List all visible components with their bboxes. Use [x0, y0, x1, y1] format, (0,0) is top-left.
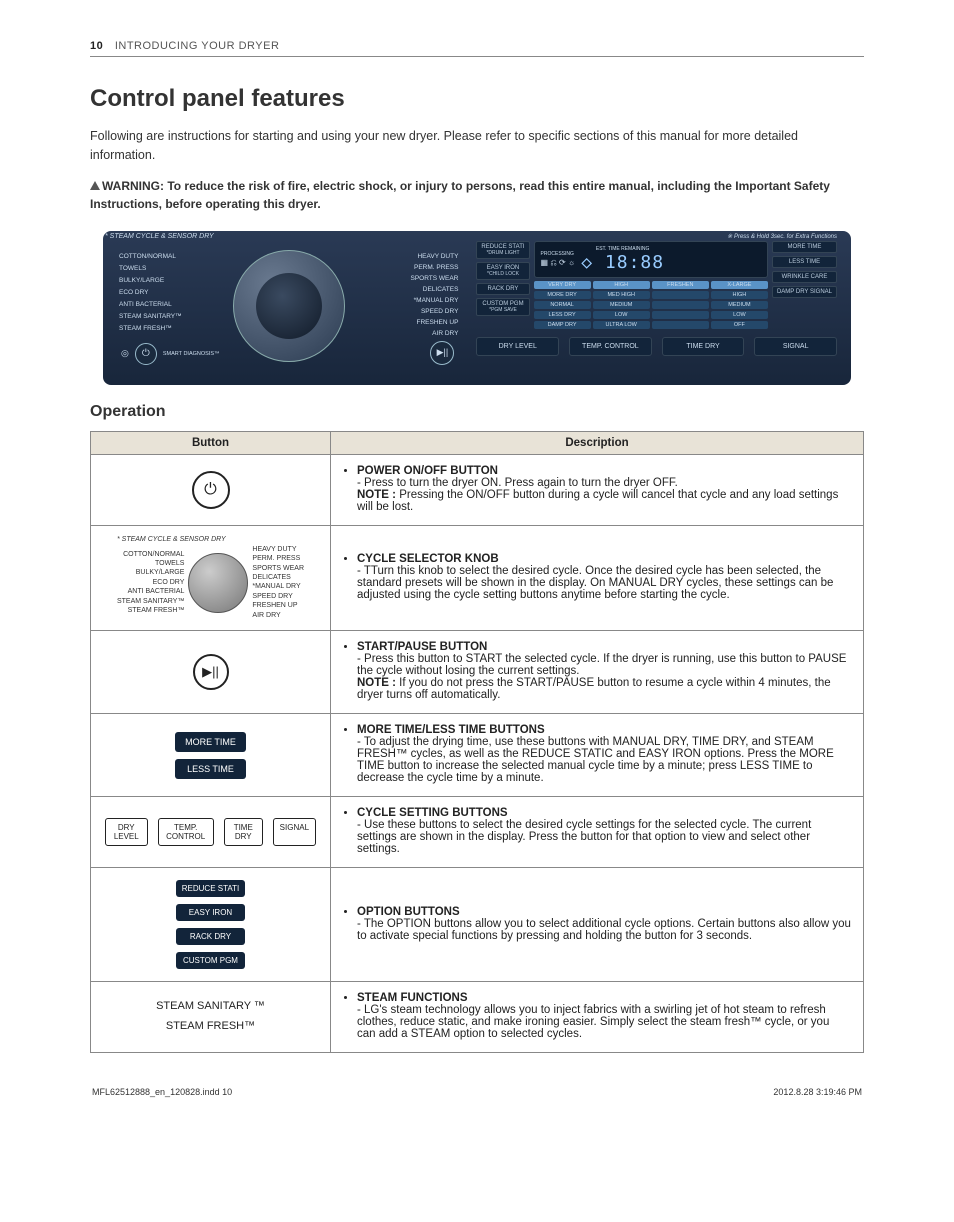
reduce-static-chip: REDUCE STATI — [176, 880, 245, 897]
time-button-column: MORE TIME LESS TIME WRINKLE CARE DAMP DR… — [772, 241, 837, 329]
rack-dry-chip: RACK DRY — [176, 928, 245, 945]
option-column: REDUCE STATI*DRUM LIGHT EASY IRON*CHILD … — [476, 241, 529, 329]
table-row: ▶|| START/PAUSE BUTTON - Press this butt… — [91, 631, 864, 714]
button-graphic: DRY LEVEL TEMP. CONTROL TIME DRY SIGNAL — [91, 797, 331, 868]
cycle-label: SPORTS WEAR — [411, 275, 459, 282]
smart-diagnosis-icon: ◎ — [121, 348, 129, 359]
cycle-label: ANTI BACTERIAL — [119, 301, 172, 308]
page-number: 10 — [90, 40, 103, 52]
steam-cycle-label: * STEAM CYCLE & SENSOR DRY — [105, 233, 214, 240]
cycle-label: PERM. PRESS — [414, 264, 458, 271]
cycle-label: BULKY/LARGE — [119, 277, 164, 284]
display-area: REDUCE STATI*DRUM LIGHT EASY IRON*CHILD … — [476, 241, 837, 371]
cycle-label: COTTON/NORMAL — [119, 253, 176, 260]
option-easy-iron[interactable]: EASY IRON*CHILD LOCK — [476, 262, 529, 280]
button-graphic: ⏻ — [91, 454, 331, 525]
wrinkle-care-button[interactable]: WRINKLE CARE — [772, 271, 837, 283]
footer-timestamp: 2012.8.28 3:19:46 PM — [773, 1087, 862, 1097]
warning-icon — [90, 181, 100, 190]
dry-level-chip: DRY LEVEL — [105, 818, 148, 846]
knob-icon: * STEAM CYCLE & SENSOR DRY COTTON/NORMAL… — [117, 536, 304, 621]
option-reduce-static[interactable]: REDUCE STATI*DRUM LIGHT — [476, 241, 529, 259]
cycle-label: SPEED DRY — [421, 308, 458, 315]
table-row: MORE TIME LESS TIME MORE TIME/LESS TIME … — [91, 714, 864, 797]
cycle-label: AIR DRY — [432, 330, 458, 337]
less-time-button[interactable]: LESS TIME — [772, 256, 837, 268]
start-pause-button[interactable]: ▶|| — [430, 341, 454, 365]
less-time-chip: LESS TIME — [175, 759, 246, 779]
section-title: INTRODUCING YOUR DRYER — [115, 40, 280, 52]
more-time-chip: MORE TIME — [175, 732, 246, 752]
option-rack-dry[interactable]: RACK DRY — [476, 283, 529, 295]
button-graphic: MORE TIME LESS TIME — [91, 714, 331, 797]
page-header: 10 INTRODUCING YOUR DRYER — [90, 40, 864, 57]
control-panel: * STEAM CYCLE & SENSOR DRY ※ Press & Hol… — [103, 231, 851, 385]
signal-button[interactable]: SIGNAL — [754, 337, 837, 356]
table-row: DRY LEVEL TEMP. CONTROL TIME DRY SIGNAL … — [91, 797, 864, 868]
signal-chip: SIGNAL — [273, 818, 316, 846]
cycle-label: ECO DRY — [119, 289, 149, 296]
cycle-label: TOWELS — [119, 265, 146, 272]
intro-text: Following are instructions for starting … — [90, 127, 864, 165]
table-row: * STEAM CYCLE & SENSOR DRY COTTON/NORMAL… — [91, 525, 864, 631]
operation-heading: Operation — [90, 403, 864, 421]
button-graphic: * STEAM CYCLE & SENSOR DRY COTTON/NORMAL… — [91, 525, 331, 631]
button-graphic: REDUCE STATI EASY IRON RACK DRY CUSTOM P… — [91, 868, 331, 982]
dial-area: COTTON/NORMAL TOWELS BULKY/LARGE ECO DRY… — [117, 241, 460, 371]
button-graphic: STEAM SANITARY ™ STEAM FRESH™ — [91, 982, 331, 1053]
operation-table: Button Description ⏻ POWER ON/OFF BUTTON… — [90, 431, 864, 1054]
temp-control-button[interactable]: TEMP. CONTROL — [569, 337, 652, 356]
col-button: Button — [91, 431, 331, 454]
option-custom-pgm[interactable]: CUSTOM PGM*PGM SAVE — [476, 298, 529, 316]
setting-button-row: DRY LEVEL TEMP. CONTROL TIME DRY SIGNAL — [476, 337, 837, 356]
more-time-button[interactable]: MORE TIME — [772, 241, 837, 253]
button-graphic: ▶|| — [91, 631, 331, 714]
control-panel-figure: * STEAM CYCLE & SENSOR DRY ※ Press & Hol… — [90, 231, 864, 385]
footer-filename: MFL62512888_en_120828.indd 10 — [92, 1087, 232, 1097]
cycle-label: *MANUAL DRY — [414, 297, 459, 304]
play-pause-icon: ▶|| — [193, 654, 229, 690]
cycle-label: HEAVY DUTY — [417, 253, 458, 260]
cycle-label: STEAM SANITARY™ — [119, 313, 182, 320]
time-dry-chip: TIME DRY — [224, 818, 263, 846]
table-row: REDUCE STATI EASY IRON RACK DRY CUSTOM P… — [91, 868, 864, 982]
display-screen: PROCESSING ▦ ⎌ ⟳ ☼ EST. TIME REMAINING ◇… — [534, 241, 768, 278]
status-grid: VERY DRYHIGHFRESHENX-LARGE MORE DRYMED H… — [534, 281, 768, 329]
page-title: Control panel features — [90, 85, 864, 113]
col-description: Description — [331, 431, 864, 454]
damp-dry-signal-button[interactable]: DAMP DRY SIGNAL — [772, 286, 837, 298]
cycle-label: STEAM FRESH™ — [119, 325, 172, 332]
hold-note: ※ Press & Hold 3sec. for Extra Functions — [727, 233, 837, 240]
steam-fresh-label: STEAM FRESH™ — [166, 1020, 255, 1032]
warning-text: WARNING: To reduce the risk of fire, ele… — [90, 177, 864, 213]
table-row: ⏻ POWER ON/OFF BUTTON - Press to turn th… — [91, 454, 864, 525]
power-icon: ⏻ — [192, 471, 230, 509]
page-footer: MFL62512888_en_120828.indd 10 2012.8.28 … — [90, 1087, 864, 1097]
steam-sanitary-label: STEAM SANITARY ™ — [156, 1000, 265, 1012]
time-dry-button[interactable]: TIME DRY — [662, 337, 745, 356]
smart-diagnosis-label: SMART DIAGNOSIS™ — [163, 351, 220, 357]
power-button[interactable]: ⏻ — [135, 343, 157, 365]
custom-pgm-chip: CUSTOM PGM — [176, 952, 245, 969]
temp-control-chip: TEMP. CONTROL — [158, 818, 214, 846]
cycle-label: DELICATES — [423, 286, 459, 293]
dry-level-button[interactable]: DRY LEVEL — [476, 337, 559, 356]
easy-iron-chip: EASY IRON — [176, 904, 245, 921]
cycle-selector-dial[interactable] — [233, 250, 345, 362]
time-display: ◇ 18:88 — [581, 252, 664, 273]
table-row: STEAM SANITARY ™ STEAM FRESH™ STEAM FUNC… — [91, 982, 864, 1053]
cycle-label: FRESHEN UP — [417, 319, 459, 326]
